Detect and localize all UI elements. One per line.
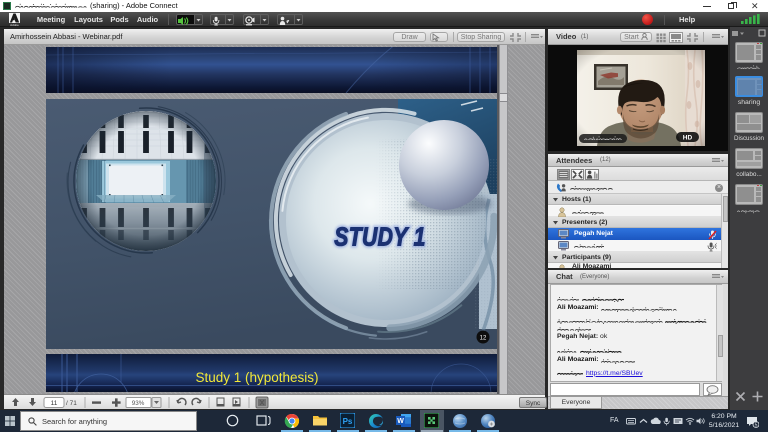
svg-text:12: 12 [480, 336, 487, 342]
svg-text:HD: HD [683, 135, 693, 142]
svg-text:W: W [397, 418, 404, 425]
svg-text:5: 5 [755, 423, 758, 428]
svg-text:STUDY 1: STUDY 1 [334, 222, 425, 252]
svg-text:93%: 93% [132, 400, 145, 407]
svg-text:Study 1 (hypothesis): Study 1 (hypothesis) [195, 370, 318, 385]
svg-text:Ps: Ps [343, 417, 353, 426]
svg-text:11: 11 [51, 400, 58, 407]
svg-text:/ 71: / 71 [66, 400, 77, 407]
